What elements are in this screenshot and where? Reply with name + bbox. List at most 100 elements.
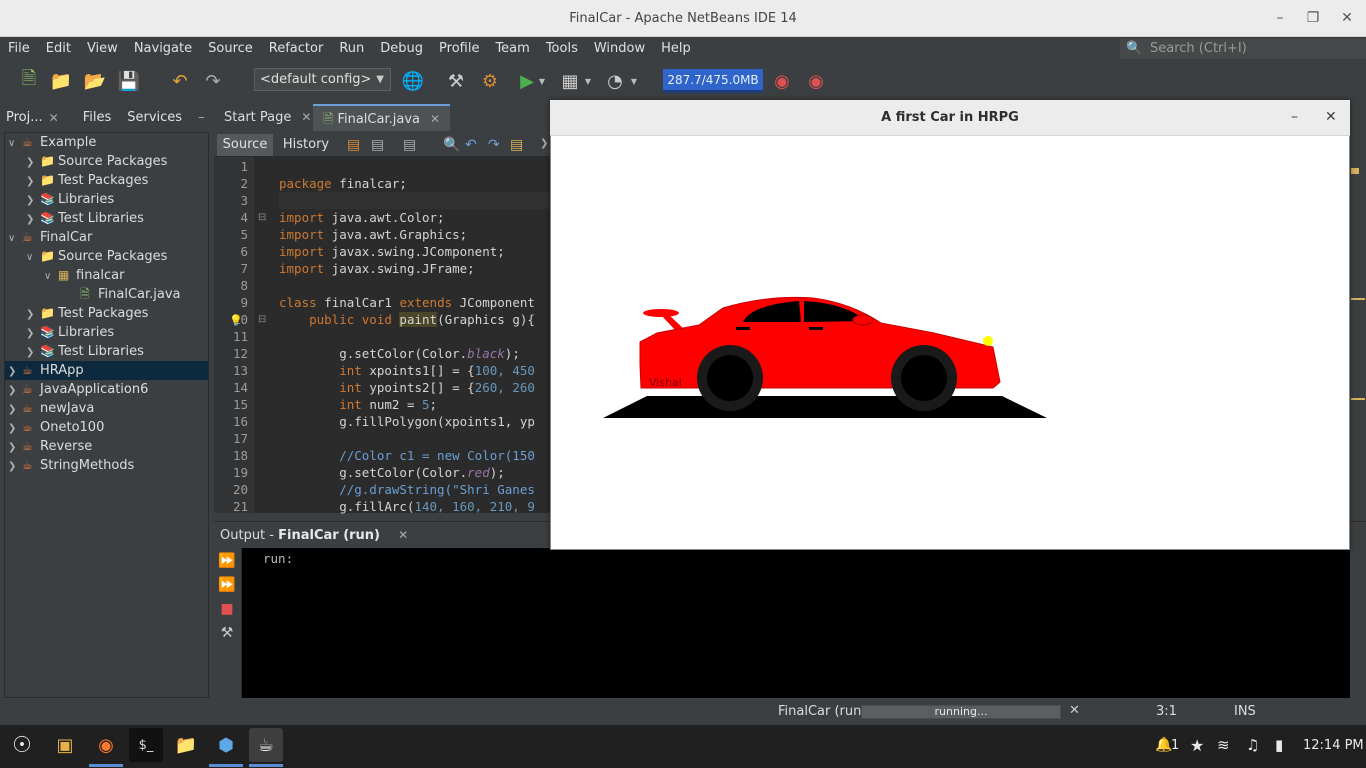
tree-node-source-packages[interactable]: ❯ 📁 Source Packages	[26, 152, 167, 171]
profile-snapshot-icon[interactable]: ◉	[804, 69, 828, 93]
chevron-right-icon[interactable]: ❯	[26, 210, 40, 229]
hint-bulb-icon[interactable]: 💡	[229, 314, 243, 327]
run-dropdown-icon[interactable]: ▼	[535, 69, 549, 93]
find-next-icon[interactable]: ↷	[488, 137, 500, 153]
chevron-right-icon[interactable]: ❯	[26, 172, 40, 191]
netbeans-icon[interactable]: ⬢	[209, 728, 243, 762]
tab-files[interactable]: Files	[77, 110, 118, 125]
new-project-icon[interactable]: 📁	[49, 69, 73, 93]
menu-edit[interactable]: Edit	[38, 37, 79, 60]
profile-icon[interactable]: ◔	[603, 69, 627, 93]
firefox-icon[interactable]: ◉	[89, 728, 123, 762]
close-icon[interactable]: ✕	[398, 528, 408, 542]
chevron-right-icon[interactable]: ❯	[540, 138, 548, 149]
debug-dropdown-icon[interactable]: ▼	[581, 69, 595, 93]
tree-node-finalcar-java[interactable]: 🗎 FinalCar.java	[80, 285, 181, 304]
tree-node-test-libraries[interactable]: ❯ 📚 Test Libraries	[26, 209, 144, 228]
config-select[interactable]: <default config> ▼	[254, 68, 391, 91]
close-icon[interactable]: ✕	[430, 112, 440, 126]
folder-icon[interactable]: 📁	[169, 728, 203, 762]
tree-node-hrapp[interactable]: ❯ ☕ HRApp	[5, 361, 208, 380]
globe-icon[interactable]: 🌐	[401, 69, 425, 93]
stop-icon[interactable]: ■	[218, 600, 236, 618]
forward-icon[interactable]: ▤	[403, 137, 416, 153]
menu-run[interactable]: Run	[331, 37, 372, 60]
mint-menu-icon[interactable]: ☉	[5, 728, 39, 762]
output-console[interactable]	[242, 548, 1350, 698]
tree-node-finalcar[interactable]: ∨ ☕ FinalCar	[8, 228, 92, 247]
settings-icon[interactable]: ⚒	[218, 624, 236, 642]
save-all-icon[interactable]: 💾	[117, 69, 141, 93]
clock[interactable]: 12:14 PM	[1303, 738, 1364, 753]
chevron-right-icon[interactable]: ❯	[26, 305, 40, 324]
menu-debug[interactable]: Debug	[372, 37, 431, 60]
find-icon[interactable]: 🔍	[443, 137, 460, 153]
terminal-icon[interactable]: $_	[129, 728, 163, 762]
undo-icon[interactable]: ↶	[168, 69, 192, 93]
chevron-right-icon[interactable]: ❯	[26, 153, 40, 172]
files-icon[interactable]: ▣	[48, 728, 82, 762]
tree-node-stringmethods[interactable]: ❯ ☕ StringMethods	[8, 456, 134, 475]
menu-window[interactable]: Window	[586, 37, 653, 60]
tree-node-package-finalcar[interactable]: ∨ ▦ finalcar	[44, 266, 124, 285]
tree-node-example[interactable]: ∨ ☕ Example	[8, 133, 96, 152]
tree-node-source-packages[interactable]: ∨ 📁 Source Packages	[26, 247, 167, 266]
new-file-icon[interactable]: 🗎	[17, 68, 41, 93]
history-mode-button[interactable]: History	[278, 134, 334, 156]
close-icon[interactable]: ✕	[49, 111, 59, 125]
fold-icon[interactable]: ⊟	[258, 212, 266, 223]
menu-tools[interactable]: Tools	[538, 37, 586, 60]
music-icon[interactable]: ♫	[1246, 736, 1259, 754]
tree-node-libraries[interactable]: ❯ 📚 Libraries	[26, 323, 114, 342]
chevron-right-icon[interactable]: ❯	[8, 400, 22, 419]
last-edit-icon[interactable]: ▤	[347, 137, 360, 153]
rerun-different-icon[interactable]: ⏩	[218, 576, 236, 594]
wifi-icon[interactable]: ≋	[1217, 736, 1230, 754]
redo-icon[interactable]: ↷	[201, 69, 225, 93]
tree-node-test-packages[interactable]: ❯ 📁 Test Packages	[26, 171, 148, 190]
notifications-icon[interactable]: 🔔	[1155, 737, 1172, 753]
find-previous-icon[interactable]: ↶	[465, 137, 477, 153]
chevron-right-icon[interactable]: ❯	[8, 362, 22, 381]
chevron-down-icon[interactable]: ∨	[26, 248, 40, 267]
chevron-down-icon[interactable]: ∨	[8, 229, 22, 248]
minimize-icon[interactable]: –	[1291, 109, 1298, 125]
back-icon[interactable]: ▤	[371, 137, 384, 153]
chevron-down-icon[interactable]: ∨	[8, 134, 22, 153]
tree-node-oneto100[interactable]: ❯ ☕ Oneto100	[8, 418, 104, 437]
warning-marker[interactable]	[1351, 298, 1365, 300]
tree-node-newjava[interactable]: ❯ ☕ newJava	[8, 399, 94, 418]
debug-icon[interactable]: ▦	[558, 69, 582, 93]
tree-node-reverse[interactable]: ❯ ☕ Reverse	[8, 437, 92, 456]
status-task[interactable]: FinalCar (run)	[778, 704, 866, 719]
chevron-right-icon[interactable]: ❯	[8, 438, 22, 457]
star-icon[interactable]: ★	[1190, 736, 1204, 755]
tree-node-libraries[interactable]: ❯ 📚 Libraries	[26, 190, 114, 209]
toggle-highlight-icon[interactable]: ▤	[510, 137, 523, 153]
menu-refactor[interactable]: Refactor	[261, 37, 332, 60]
chevron-right-icon[interactable]: ❯	[8, 381, 22, 400]
chevron-right-icon[interactable]: ❯	[26, 343, 40, 362]
menu-profile[interactable]: Profile	[431, 37, 487, 60]
tab-start-page[interactable]: Start Page ✕	[214, 104, 321, 131]
minimize-icon[interactable]: –	[1270, 10, 1290, 26]
search-input[interactable]: 🔍 Search (Ctrl+I)	[1120, 39, 1366, 59]
chevron-right-icon[interactable]: ❯	[26, 324, 40, 343]
chevron-right-icon[interactable]: ❯	[8, 419, 22, 438]
menu-help[interactable]: Help	[653, 37, 699, 60]
clean-build-icon[interactable]: ⚙	[478, 69, 502, 93]
menu-team[interactable]: Team	[487, 37, 537, 60]
output-tab[interactable]: Output - FinalCar (run) ✕	[214, 522, 416, 548]
warning-marker[interactable]	[1351, 398, 1365, 400]
source-mode-button[interactable]: Source	[217, 134, 273, 156]
java-app-icon[interactable]: ☕	[249, 728, 283, 762]
tree-node-test-libraries[interactable]: ❯ 📚 Test Libraries	[26, 342, 144, 361]
close-icon[interactable]: ✕	[1325, 109, 1337, 125]
tree-node-test-packages[interactable]: ❯ 📁 Test Packages	[26, 304, 148, 323]
maximize-icon[interactable]: ❐	[1303, 10, 1323, 26]
tab-services[interactable]: Services	[121, 110, 188, 125]
menu-view[interactable]: View	[79, 37, 126, 60]
profile-dropdown-icon[interactable]: ▼	[627, 69, 641, 93]
close-icon[interactable]: ✕	[1069, 703, 1080, 718]
rerun-icon[interactable]: ⏩	[218, 552, 236, 570]
